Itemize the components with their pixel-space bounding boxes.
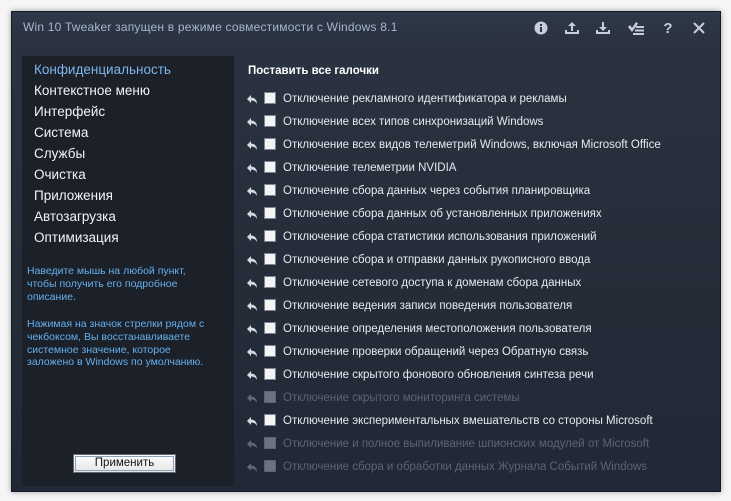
restore-default-icon[interactable] (245, 299, 259, 313)
option-label: Отключение всех типов синхронизаций Wind… (283, 116, 544, 128)
info-icon[interactable] (529, 16, 553, 40)
option-checkbox (264, 437, 276, 449)
restore-default-icon[interactable] (245, 184, 259, 198)
restore-default-icon[interactable] (245, 161, 259, 175)
option-checkbox[interactable] (264, 230, 276, 242)
option-label: Отключение рекламного идентификатора и р… (283, 93, 567, 105)
option-checkbox[interactable] (264, 138, 276, 150)
option-checkbox[interactable] (264, 368, 276, 380)
restore-default-icon (245, 460, 259, 474)
option-checkbox[interactable] (264, 276, 276, 288)
check-all-link[interactable]: Поставить все галочки (248, 65, 379, 77)
upload-icon[interactable] (560, 16, 584, 40)
sidebar-item-services[interactable]: Службы (34, 143, 85, 164)
option-label: Отключение сетевого доступа к доменам сб… (283, 277, 582, 289)
sidebar-item-privacy[interactable]: Конфиденциальность (34, 59, 171, 80)
option-row: Отключение определения местоположения по… (244, 320, 704, 338)
option-row: Отключение проверки обращений через Обра… (244, 343, 704, 361)
download-icon[interactable] (591, 16, 615, 40)
sidebar: Конфиденциальность Контекстное меню Инте… (22, 56, 234, 486)
app-window: Win 10 Tweaker запущен в режиме совмести… (11, 11, 721, 492)
option-label: Отключение скрытого мониторинга системы (283, 392, 520, 404)
option-row: Отключение сбора и обработки данных Журн… (244, 458, 704, 476)
option-label: Отключение всех видов телеметрий Windows… (283, 139, 661, 151)
restore-default-icon[interactable] (245, 322, 259, 336)
option-row: Отключение сбора данных через события пл… (244, 182, 704, 200)
option-row: Отключение сетевого доступа к доменам сб… (244, 274, 704, 292)
restore-default-icon[interactable] (245, 345, 259, 359)
option-checkbox[interactable] (264, 115, 276, 127)
option-checkbox[interactable] (264, 161, 276, 173)
option-label: Отключение сбора и обработки данных Журн… (283, 461, 648, 473)
option-label: Отключение проверки обращений через Обра… (283, 346, 589, 358)
option-label: Отключение скрытого фонового обновления … (283, 369, 594, 381)
title-bar: Win 10 Tweaker запущен в режиме совмести… (12, 12, 720, 44)
apply-button[interactable]: Применить (73, 454, 176, 473)
option-checkbox[interactable] (264, 299, 276, 311)
restore-default-icon[interactable] (245, 368, 259, 382)
option-label: Отключение сбора данных об установленных… (283, 208, 602, 220)
option-label: Отключение сбора и отправки данных рукоп… (283, 254, 591, 266)
option-row: Отключение скрытого фонового обновления … (244, 366, 704, 384)
sidebar-item-interface[interactable]: Интерфейс (34, 101, 105, 122)
close-icon[interactable] (687, 16, 711, 40)
restore-default-icon[interactable] (245, 230, 259, 244)
option-row: Отключение ведения записи поведения поль… (244, 297, 704, 315)
option-row: Отключение сбора данных об установленных… (244, 205, 704, 223)
hint-hover: Наведите мышь на любой пункт, чтобы полу… (27, 265, 186, 303)
option-row: Отключение сбора статистики использовани… (244, 228, 704, 246)
window-title: Win 10 Tweaker запущен в режиме совмести… (23, 20, 398, 34)
sidebar-item-system[interactable]: Система (34, 122, 88, 143)
option-label: Отключение ведения записи поведения поль… (283, 300, 573, 312)
restore-default-icon[interactable] (245, 414, 259, 428)
option-label: Отключение экспериментальных вмешательст… (283, 415, 653, 427)
option-checkbox (264, 391, 276, 403)
option-checkbox[interactable] (264, 184, 276, 196)
restore-default-icon (245, 391, 259, 405)
option-checkbox[interactable] (264, 207, 276, 219)
sidebar-item-cleanup[interactable]: Очистка (34, 164, 86, 185)
option-checkbox[interactable] (264, 253, 276, 265)
option-checkbox[interactable] (264, 92, 276, 104)
option-checkbox[interactable] (264, 414, 276, 426)
option-row: Отключение экспериментальных вмешательст… (244, 412, 704, 430)
restore-default-icon[interactable] (245, 138, 259, 152)
option-row: Отключение рекламного идентификатора и р… (244, 90, 704, 108)
option-row: Отключение телеметрии NVIDIA (244, 159, 704, 177)
sidebar-item-autostart[interactable]: Автозагрузка (34, 206, 116, 227)
hint-restore: Нажимая на значок стрелки рядом с чекбок… (27, 318, 205, 369)
restore-default-icon[interactable] (245, 207, 259, 221)
options-panel: Поставить все галочки Отключение рекламн… (244, 56, 714, 486)
option-row: Отключение скрытого мониторинга системы (244, 389, 704, 407)
option-label: Отключение определения местоположения по… (283, 323, 592, 335)
help-glyph: ? (663, 19, 673, 37)
option-row: Отключение всех видов телеметрий Windows… (244, 136, 704, 154)
restore-default-icon[interactable] (245, 92, 259, 106)
sidebar-item-optimization[interactable]: Оптимизация (34, 227, 119, 248)
restore-default-icon[interactable] (245, 276, 259, 290)
restore-default-icon (245, 437, 259, 451)
option-checkbox[interactable] (264, 345, 276, 357)
option-label: Отключение и полное выпиливание шпионски… (283, 438, 650, 450)
option-label: Отключение телеметрии NVIDIA (283, 162, 457, 174)
option-row: Отключение и полное выпиливание шпионски… (244, 435, 704, 453)
sidebar-item-context-menu[interactable]: Контекстное меню (34, 80, 150, 101)
help-icon[interactable]: ? (656, 16, 680, 40)
list-check-icon[interactable] (624, 16, 648, 40)
option-checkbox (264, 460, 276, 472)
option-checkbox[interactable] (264, 322, 276, 334)
restore-default-icon[interactable] (245, 253, 259, 267)
option-row: Отключение всех типов синхронизаций Wind… (244, 113, 704, 131)
option-row: Отключение сбора и отправки данных рукоп… (244, 251, 704, 269)
option-label: Отключение сбора данных через события пл… (283, 185, 591, 197)
sidebar-item-apps[interactable]: Приложения (34, 185, 113, 206)
option-label: Отключение сбора статистики использовани… (283, 231, 597, 243)
restore-default-icon[interactable] (245, 115, 259, 129)
